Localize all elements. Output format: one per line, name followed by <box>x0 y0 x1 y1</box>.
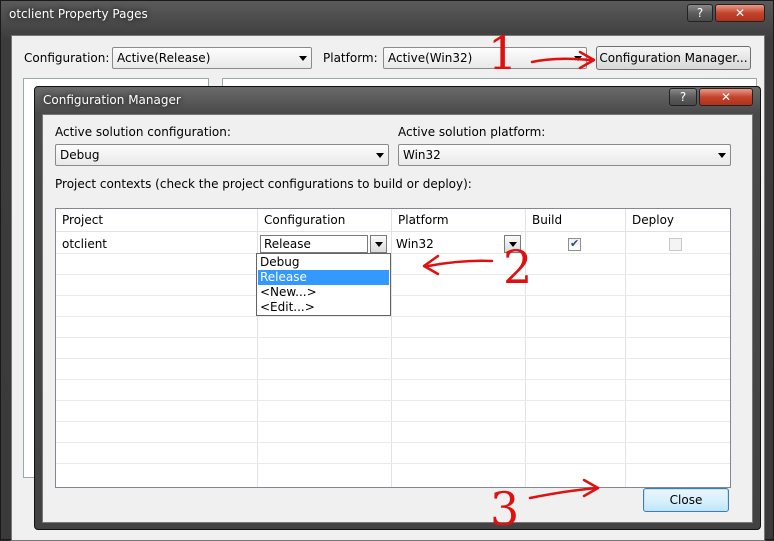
annotation-arrow-2 <box>426 259 494 268</box>
annotation-arrow-1 <box>530 57 592 64</box>
annotation-number-1: 1 <box>488 26 518 80</box>
annotation-number-2: 2 <box>503 240 533 294</box>
annotation-layer <box>422 50 600 500</box>
annotation-number-3: 3 <box>490 482 520 536</box>
